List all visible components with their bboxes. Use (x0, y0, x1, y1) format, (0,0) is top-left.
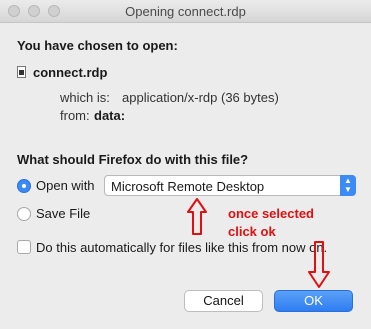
question-heading: What should Firefox do with this file? (17, 152, 249, 167)
from-label: from: (60, 108, 90, 123)
cancel-button[interactable]: Cancel (184, 290, 263, 312)
type-prefix: which is: (60, 90, 110, 105)
type-value: application/x-rdp (36 bytes) (122, 90, 279, 105)
save-file-label[interactable]: Save File (36, 206, 90, 221)
title-bar: Opening connect.rdp (0, 0, 371, 23)
file-icon (17, 66, 26, 78)
select-arrows-icon: ▲ ▼ (340, 175, 356, 196)
dialog-heading: You have chosen to open: (17, 38, 178, 53)
open-with-label[interactable]: Open with (36, 178, 95, 193)
application-select-value: Microsoft Remote Desktop (111, 179, 265, 194)
file-name: connect.rdp (33, 65, 108, 80)
auto-action-label[interactable]: Do this automatically for files like thi… (36, 240, 327, 255)
annotation-line1: once selected (228, 206, 314, 221)
application-select[interactable]: Microsoft Remote Desktop ▲ ▼ (104, 175, 356, 196)
ok-button[interactable]: OK (274, 290, 353, 312)
open-with-radio[interactable] (17, 179, 31, 193)
up-arrow-icon (187, 198, 207, 235)
save-file-radio[interactable] (17, 207, 31, 221)
from-value: data: (94, 108, 126, 123)
auto-action-checkbox[interactable] (17, 240, 31, 254)
annotation-line2: click ok (228, 224, 276, 239)
down-arrow-icon (308, 241, 330, 288)
window-title: Opening connect.rdp (125, 4, 246, 19)
